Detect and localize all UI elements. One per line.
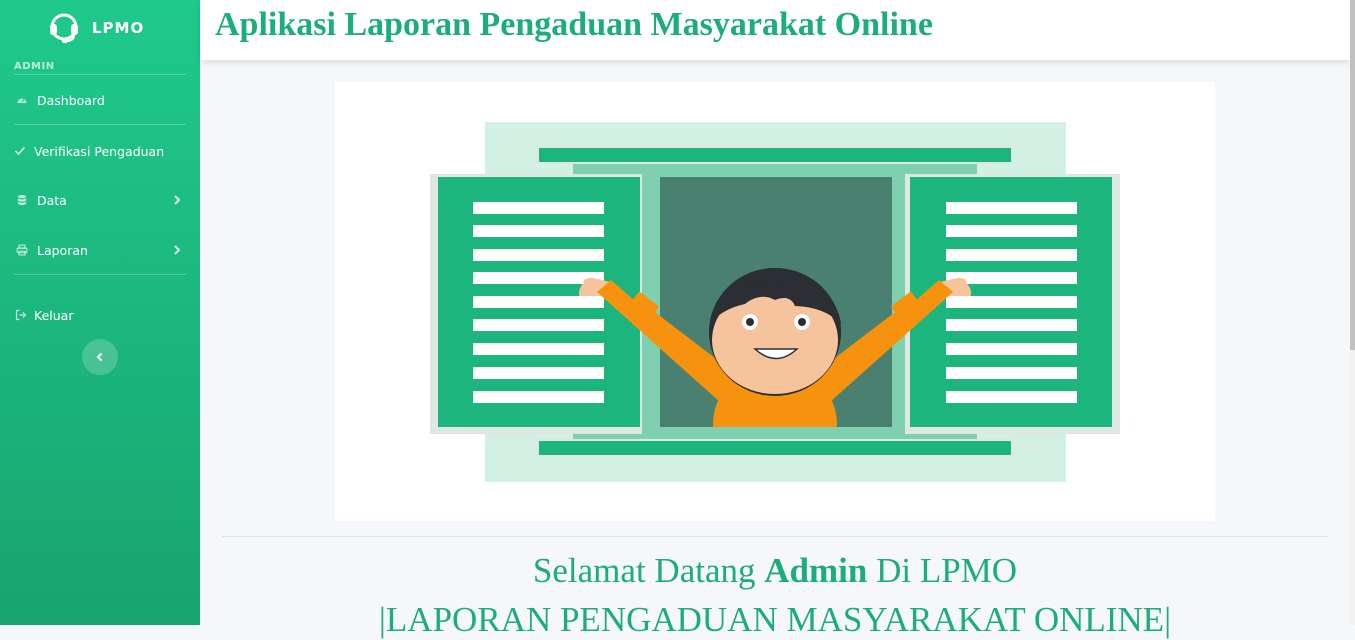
person-opening-window-illustration	[430, 122, 1120, 482]
database-icon	[14, 192, 30, 208]
sign-out-icon	[14, 307, 28, 323]
check-icon	[14, 143, 26, 159]
sidebar: LPMO ADMIN Dashboard Verifikasi Pengadua…	[0, 0, 200, 625]
welcome-message: Selamat Datang Admin Di LPMO	[200, 551, 1350, 591]
sidebar-item-dashboard[interactable]: Dashboard	[14, 89, 186, 111]
sidebar-item-data[interactable]: Data	[14, 189, 186, 211]
page-title: Aplikasi Laporan Pengaduan Masyarakat On…	[215, 6, 933, 43]
welcome-username: Admin	[764, 551, 868, 590]
chevron-left-icon	[96, 352, 103, 362]
welcome-subtitle: |LAPORAN PENGADUAN MASYARAKAT ONLINE|	[378, 600, 1172, 639]
sidebar-item-label: Verifikasi Pengaduan	[34, 143, 165, 159]
tachometer-icon	[14, 92, 30, 108]
content-divider	[222, 536, 1328, 537]
hero-illustration	[335, 82, 1215, 521]
chevron-right-icon	[174, 245, 181, 255]
sidebar-item-label: Keluar	[34, 307, 74, 323]
sidebar-item-laporan[interactable]: Laporan	[14, 239, 186, 261]
sidebar-heading: ADMIN	[14, 61, 55, 72]
sidebar-divider	[14, 274, 186, 275]
welcome-prefix: Selamat Datang	[532, 551, 765, 590]
sidebar-item-verifikasi-pengaduan[interactable]: Verifikasi Pengaduan	[14, 140, 186, 162]
welcome-suffix: Di LPMO	[867, 551, 1018, 590]
sidebar-toggle-button[interactable]	[82, 339, 118, 375]
brand-name: LPMO	[92, 19, 145, 37]
topbar: Aplikasi Laporan Pengaduan Masyarakat On…	[200, 0, 1350, 60]
scrollbar-thumb[interactable]	[1350, 0, 1355, 350]
sidebar-item-keluar[interactable]: Keluar	[14, 304, 186, 326]
sidebar-divider	[14, 74, 186, 75]
sidebar-item-label: Laporan	[37, 242, 88, 258]
sidebar-item-label: Data	[37, 192, 67, 208]
sidebar-divider	[14, 124, 186, 125]
chevron-right-icon	[174, 195, 181, 205]
print-icon	[14, 242, 30, 258]
headset-icon	[50, 13, 78, 43]
brand-link[interactable]: LPMO	[48, 11, 144, 45]
sidebar-item-label: Dashboard	[37, 92, 105, 108]
